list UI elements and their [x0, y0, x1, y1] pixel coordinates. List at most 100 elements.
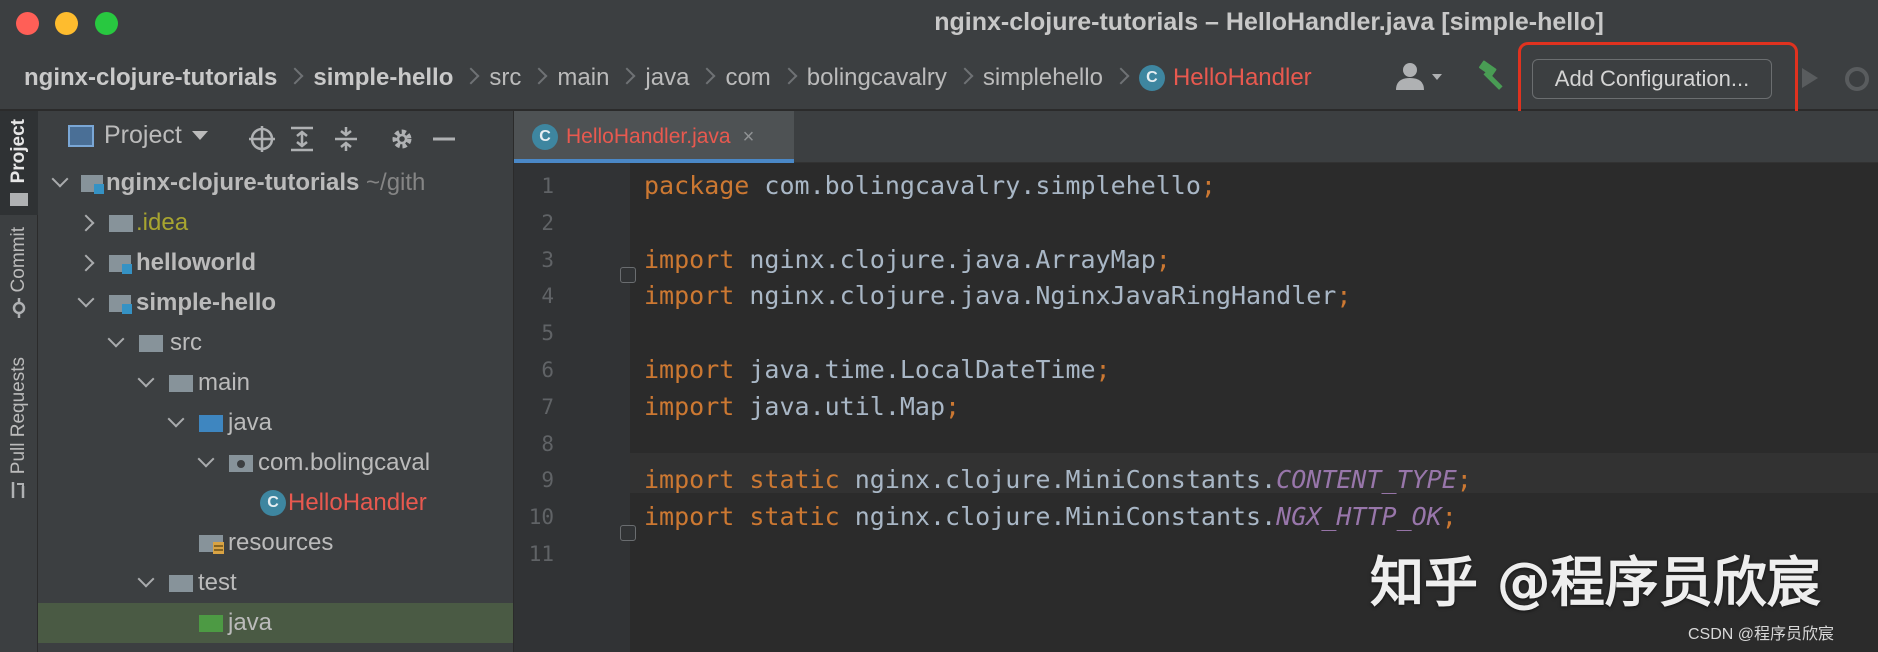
- close-icon[interactable]: ×: [743, 126, 755, 149]
- tool-window-commit[interactable]: Commit: [4, 227, 34, 337]
- expand-all-icon[interactable]: [288, 125, 316, 153]
- editor-tab-label: HelloHandler.java: [566, 125, 731, 148]
- breadcrumb: nginx-clojure-tutorials simple-hello src…: [24, 46, 1312, 110]
- locate-file-icon[interactable]: [248, 125, 276, 153]
- build-hammer-icon[interactable]: [1476, 58, 1510, 94]
- code-keyword: import: [644, 244, 735, 274]
- tree-label: test: [198, 569, 237, 596]
- line-number: 9: [541, 468, 554, 493]
- tree-row[interactable]: simple-hello: [38, 283, 513, 323]
- chevron-down-icon[interactable]: [77, 290, 95, 308]
- breadcrumb-item[interactable]: java: [645, 64, 689, 92]
- gear-icon[interactable]: [388, 125, 416, 153]
- tool-window-pull-requests[interactable]: Pull Requests: [4, 357, 34, 507]
- line-number: 5: [541, 321, 554, 346]
- pull-request-icon: [11, 482, 25, 499]
- tree-row[interactable]: test: [38, 563, 513, 603]
- project-title: Project: [104, 121, 182, 149]
- tree-row[interactable]: helloworld: [38, 243, 513, 283]
- tool-window-pull-requests-label: Pull Requests: [8, 357, 29, 475]
- code-line[interactable]: import java.time.LocalDateTime;: [644, 355, 1111, 384]
- tree-label: java: [228, 609, 273, 636]
- code-keyword: import static: [644, 465, 840, 495]
- breadcrumb-separator-icon: [701, 63, 713, 93]
- breadcrumb-item[interactable]: simple-hello: [313, 64, 453, 92]
- breadcrumb-item[interactable]: simplehello: [983, 64, 1103, 92]
- module-folder-icon: [109, 255, 132, 274]
- tree-label: HelloHandler: [288, 489, 427, 516]
- breadcrumb-item[interactable]: com: [725, 64, 770, 92]
- breadcrumb-separator-icon: [783, 63, 795, 93]
- code-line[interactable]: import java.util.Map;: [644, 392, 960, 421]
- folder-icon: [169, 575, 193, 592]
- tree-row[interactable]: main: [38, 363, 513, 403]
- chevron-down-icon[interactable]: [197, 450, 215, 468]
- tree-label: src: [170, 329, 202, 356]
- line-number: 3: [541, 247, 554, 272]
- chevron-down-icon: [191, 131, 208, 140]
- tree-row[interactable]: com.bolingcaval: [38, 443, 513, 483]
- tool-window-project[interactable]: Project: [0, 111, 38, 215]
- code-line[interactable]: import nginx.clojure.java.NginxJavaRingH…: [644, 281, 1351, 310]
- tool-window-commit-label: Commit: [8, 227, 29, 293]
- fold-marker-icon[interactable]: [620, 267, 636, 283]
- breadcrumb-item[interactable]: nginx-clojure-tutorials: [24, 64, 277, 92]
- breadcrumb-separator-icon: [959, 63, 971, 93]
- line-number: 2: [541, 210, 554, 235]
- chevron-down-icon[interactable]: [137, 570, 155, 588]
- module-folder-icon: [81, 175, 104, 194]
- breadcrumb-item[interactable]: main: [557, 64, 609, 92]
- code-text: java.util.Map: [734, 391, 946, 421]
- class-icon: C: [1138, 65, 1165, 91]
- breadcrumb-item-current[interactable]: HelloHandler: [1173, 64, 1312, 92]
- debug-icon[interactable]: [1842, 64, 1872, 94]
- code-text: nginx.clojure.MiniConstants.: [839, 502, 1277, 532]
- tool-window-project-label: Project: [8, 119, 29, 184]
- project-window-icon: [68, 124, 94, 147]
- chevron-down-icon[interactable]: [51, 170, 69, 188]
- code-keyword: import: [644, 391, 735, 421]
- chevron-down-icon[interactable]: [167, 410, 185, 428]
- project-view-selector[interactable]: Project: [68, 121, 208, 150]
- user-icon[interactable]: [1392, 60, 1446, 96]
- tree-label: nginx-clojure-tutorials: [106, 169, 360, 196]
- credit-text: CSDN @程序员欣宸: [1688, 626, 1835, 643]
- tree-row-selected[interactable]: java: [38, 603, 513, 643]
- tree-label: resources: [228, 529, 334, 556]
- fold-marker-icon[interactable]: [620, 525, 636, 541]
- tree-row[interactable]: C HelloHandler: [38, 483, 513, 523]
- chevron-right-icon[interactable]: [77, 214, 95, 232]
- code-keyword: import: [644, 355, 735, 384]
- code-line[interactable]: import nginx.clojure.java.ArrayMap;: [644, 245, 1171, 274]
- collapse-all-icon[interactable]: [332, 125, 360, 153]
- tree-row[interactable]: resources: [38, 523, 513, 563]
- breadcrumb-item[interactable]: src: [489, 64, 521, 92]
- tree-label: java: [228, 409, 273, 436]
- tree-label: simple-hello: [136, 289, 277, 316]
- tree-row[interactable]: src: [38, 323, 513, 363]
- tree-row[interactable]: java: [38, 403, 513, 443]
- run-icon[interactable]: [1800, 66, 1820, 90]
- editor-tab-bar: C HelloHandler.java ×: [514, 111, 1878, 163]
- tree-row[interactable]: .idea: [38, 203, 513, 243]
- code-line[interactable]: import static nginx.clojure.MiniConstant…: [644, 465, 1472, 494]
- editor-tab[interactable]: C HelloHandler.java ×: [514, 111, 794, 163]
- code-line[interactable]: package com.bolingcavalry.simplehello;: [644, 171, 1216, 200]
- code-keyword: ;: [1441, 502, 1457, 532]
- breadcrumb-separator-icon: [1115, 63, 1127, 93]
- tree-row[interactable]: nginx-clojure-tutorials ~/gith: [38, 163, 513, 203]
- commit-icon: [12, 298, 26, 319]
- breadcrumb-separator-icon: [465, 63, 477, 93]
- code-line[interactable]: import static nginx.clojure.MiniConstant…: [644, 502, 1457, 531]
- chevron-right-icon[interactable]: [77, 254, 95, 272]
- module-folder-icon: [109, 295, 132, 314]
- chevron-down-icon[interactable]: [137, 370, 155, 388]
- code-keyword: import static: [644, 502, 840, 532]
- breadcrumb-separator-icon: [533, 63, 545, 93]
- line-number: 4: [541, 284, 554, 309]
- breadcrumb-item[interactable]: bolingcavalry: [807, 64, 947, 92]
- code-keyword: ;: [1456, 465, 1472, 495]
- project-tree: nginx-clojure-tutorials ~/gith .idea hel…: [38, 163, 513, 643]
- chevron-down-icon[interactable]: [107, 330, 125, 348]
- hide-panel-icon[interactable]: [430, 125, 458, 153]
